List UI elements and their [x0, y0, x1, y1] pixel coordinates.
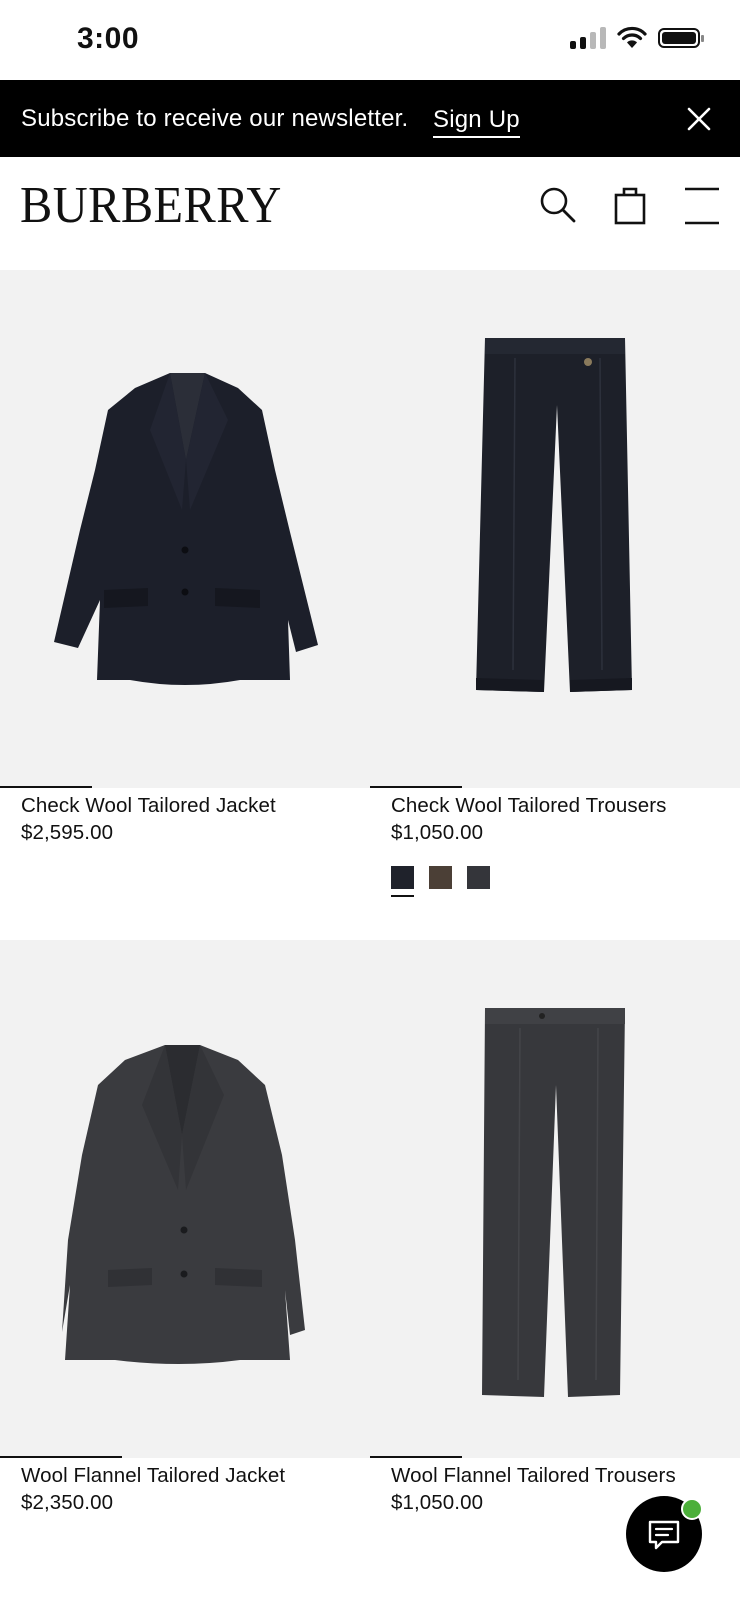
- jacket-illustration: [62, 1045, 305, 1364]
- battery-icon: [658, 28, 704, 48]
- search-icon[interactable]: [536, 184, 580, 228]
- status-icons: [570, 26, 704, 50]
- cellular-signal-icon: [570, 27, 606, 49]
- product-price: $1,050.00: [391, 1491, 484, 1514]
- color-swatch-brown[interactable]: [429, 866, 452, 889]
- image-carousel-progress: [0, 1456, 122, 1458]
- product-name[interactable]: Wool Flannel Tailored Jacket: [21, 1464, 285, 1488]
- newsletter-text: Subscribe to receive our newsletter.: [21, 105, 409, 132]
- product-price: $2,595.00: [21, 821, 114, 844]
- close-icon[interactable]: [686, 106, 712, 132]
- product-name[interactable]: Check Wool Tailored Trousers: [391, 794, 667, 818]
- product-image[interactable]: [370, 270, 740, 788]
- product-image[interactable]: [0, 940, 370, 1458]
- image-carousel-progress: [370, 1456, 462, 1458]
- product-image[interactable]: [0, 270, 370, 788]
- sign-up-link[interactable]: Sign Up: [433, 106, 520, 138]
- status-bar: 3:00: [0, 0, 740, 80]
- wifi-icon: [617, 26, 647, 48]
- online-status-dot: [681, 1498, 703, 1520]
- brand-logo[interactable]: BURBERRY: [20, 180, 282, 232]
- newsletter-banner: Subscribe to receive our newsletter. Sig…: [0, 80, 740, 157]
- color-swatch-navy[interactable]: [391, 866, 414, 897]
- color-swatch-charcoal[interactable]: [467, 866, 490, 889]
- product-image[interactable]: [370, 940, 740, 1458]
- menu-icon[interactable]: [680, 184, 724, 228]
- image-carousel-progress: [0, 786, 92, 788]
- site-header: BURBERRY: [0, 157, 740, 269]
- product-price: $2,350.00: [21, 1491, 114, 1514]
- image-carousel-progress: [370, 786, 462, 788]
- trousers-illustration: [482, 1008, 625, 1397]
- status-time: 3:00: [77, 22, 140, 55]
- product-name[interactable]: Check Wool Tailored Jacket: [21, 794, 276, 818]
- jacket-illustration: [54, 373, 318, 685]
- product-name[interactable]: Wool Flannel Tailored Trousers: [391, 1464, 676, 1488]
- shopping-bag-icon[interactable]: [608, 184, 652, 228]
- product-price: $1,050.00: [391, 821, 484, 844]
- color-swatches: [391, 866, 490, 897]
- trousers-illustration: [476, 338, 632, 692]
